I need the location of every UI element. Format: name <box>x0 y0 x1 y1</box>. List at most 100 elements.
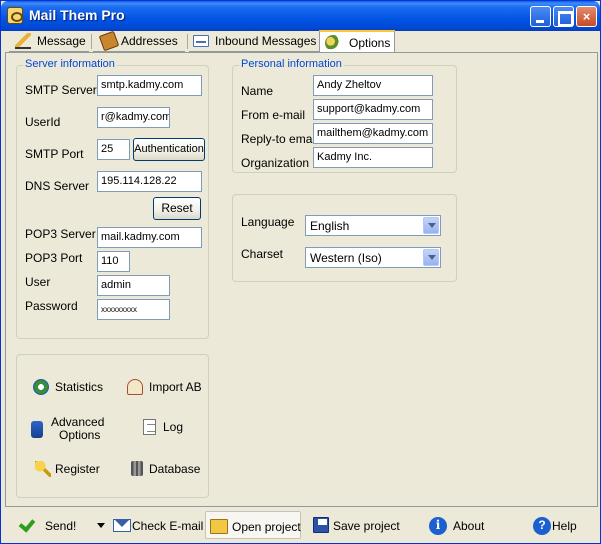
open-project-button[interactable]: Open project <box>205 511 301 539</box>
dns-server-input[interactable]: 195.114.128.22 <box>97 171 202 192</box>
inbox-icon <box>193 35 209 47</box>
floppy-disk-icon <box>313 517 329 533</box>
language-select[interactable]: English <box>305 215 441 236</box>
pop3-port-label: POP3 Port <box>25 251 83 265</box>
actions-group: Statistics Import AB Advanced Options Lo… <box>16 354 209 498</box>
checkmark-icon <box>17 517 35 535</box>
smtp-server-input[interactable]: smtp.kadmy.com <box>97 75 202 96</box>
import-ab-label: Import AB <box>149 380 202 394</box>
tab-strip: Message Addresses Inbound Messages Optio… <box>5 30 597 53</box>
tab-inbound-label: Inbound Messages <box>215 34 317 48</box>
database-action[interactable]: Database <box>131 461 211 479</box>
userid-input[interactable]: r@kadmy.com <box>97 107 170 128</box>
advanced-label-line2: Options <box>59 428 101 442</box>
dropdown-arrow-icon[interactable] <box>97 523 105 528</box>
tab-options-label: Options <box>349 36 391 50</box>
import-ab-action[interactable]: Import AB <box>127 379 207 397</box>
from-email-label: From e-mail <box>241 108 306 122</box>
organization-label: Organization <box>241 156 310 170</box>
help-button[interactable]: ? Help <box>529 511 589 539</box>
tab-inbound-messages[interactable]: Inbound Messages <box>189 31 319 52</box>
log-label: Log <box>163 420 184 434</box>
personal-info-group: Personal information Name Andy Zheltov F… <box>232 58 457 173</box>
send-button[interactable]: Send! <box>13 511 107 539</box>
reply-to-input[interactable]: mailthem@kadmy.com <box>313 123 433 144</box>
advanced-options-action[interactable]: Advanced Options <box>31 415 121 447</box>
dns-server-label: DNS Server <box>25 179 90 193</box>
info-icon: i <box>429 517 447 535</box>
database-label: Database <box>149 462 201 476</box>
language-label: Language <box>241 215 295 229</box>
smtp-port-label: SMTP Port <box>25 147 84 161</box>
open-project-label: Open project <box>232 520 301 534</box>
language-value: English <box>310 219 350 233</box>
user-label: User <box>25 275 51 289</box>
tab-addresses-label: Addresses <box>121 34 178 48</box>
statistics-action[interactable]: Statistics <box>33 379 113 397</box>
envelope-icon <box>113 519 131 532</box>
tab-message[interactable]: Message <box>9 31 89 52</box>
name-label: Name <box>241 84 274 98</box>
smtp-port-input[interactable]: 25 <box>97 139 130 160</box>
pop3-port-input[interactable]: 110 <box>97 251 130 272</box>
about-label: About <box>453 519 485 533</box>
key-icon <box>35 461 51 477</box>
password-input[interactable]: xxxxxxxxx <box>97 299 170 320</box>
password-label: Password <box>25 299 78 313</box>
log-action[interactable]: Log <box>143 419 203 437</box>
charset-value: Western (Iso) <box>310 251 382 265</box>
window-title: Mail Them Pro <box>29 7 125 23</box>
bottom-toolbar: Send! Check E-mail Open project Save pro… <box>5 509 598 541</box>
statistics-label: Statistics <box>55 380 104 394</box>
pop3-server-input[interactable]: mail.kadmy.com <box>97 227 202 248</box>
charset-select[interactable]: Western (Iso) <box>305 247 441 268</box>
open-folder-icon <box>210 519 228 534</box>
close-button[interactable]: × <box>576 6 597 27</box>
name-input[interactable]: Andy Zheltov <box>313 75 433 96</box>
save-project-button[interactable]: Save project <box>309 511 405 539</box>
statistics-icon <box>33 379 49 395</box>
help-icon: ? <box>533 517 551 535</box>
from-email-input[interactable]: support@kadmy.com <box>313 99 433 120</box>
about-button[interactable]: i About <box>425 511 495 539</box>
reply-to-label: Reply-to email <box>241 132 318 146</box>
pencil-icon <box>15 33 31 49</box>
organization-input[interactable]: Kadmy Inc. <box>313 147 433 168</box>
userid-label: UserId <box>25 115 61 129</box>
address-book-icon <box>98 30 120 52</box>
smtp-server-label: SMTP Server <box>25 83 97 97</box>
advanced-label-line1: Advanced <box>51 415 105 429</box>
gears-icon <box>325 35 341 51</box>
tab-addresses[interactable]: Addresses <box>93 30 185 52</box>
main-window: Mail Them Pro × Message Addresses Inboun… <box>0 0 601 544</box>
pop3-server-label: POP3 Server <box>25 227 96 241</box>
user-input[interactable]: admin <box>97 275 170 296</box>
check-email-button[interactable]: Check E-mail <box>109 511 204 539</box>
locale-group: Language English Charset Western (Iso) <box>232 194 457 282</box>
register-action[interactable]: Register <box>35 461 115 479</box>
import-book-icon <box>127 379 143 395</box>
help-label: Help <box>552 519 577 533</box>
chevron-down-icon[interactable] <box>423 249 439 266</box>
chevron-down-icon[interactable] <box>423 217 439 234</box>
advanced-options-icon <box>31 421 43 438</box>
options-page: Server information SMTP Server smtp.kadm… <box>5 52 598 507</box>
tab-options[interactable]: Options <box>319 30 395 53</box>
log-icon <box>143 419 156 435</box>
server-info-group: Server information SMTP Server smtp.kadm… <box>16 58 209 339</box>
minimize-button[interactable] <box>530 6 551 27</box>
charset-label: Charset <box>241 247 284 261</box>
personal-info-title: Personal information <box>239 58 344 70</box>
database-icon <box>131 461 143 476</box>
tab-message-label: Message <box>37 34 86 48</box>
register-label: Register <box>55 462 100 476</box>
server-info-title: Server information <box>23 58 117 70</box>
authentication-button[interactable]: Authentication <box>133 138 205 161</box>
app-icon[interactable] <box>7 7 23 24</box>
send-label: Send! <box>45 519 77 533</box>
title-bar[interactable]: Mail Them Pro × <box>1 1 600 31</box>
check-email-label: Check E-mail <box>132 519 204 533</box>
save-project-label: Save project <box>333 519 400 533</box>
maximize-button[interactable] <box>553 6 574 27</box>
reset-button[interactable]: Reset <box>153 197 201 220</box>
